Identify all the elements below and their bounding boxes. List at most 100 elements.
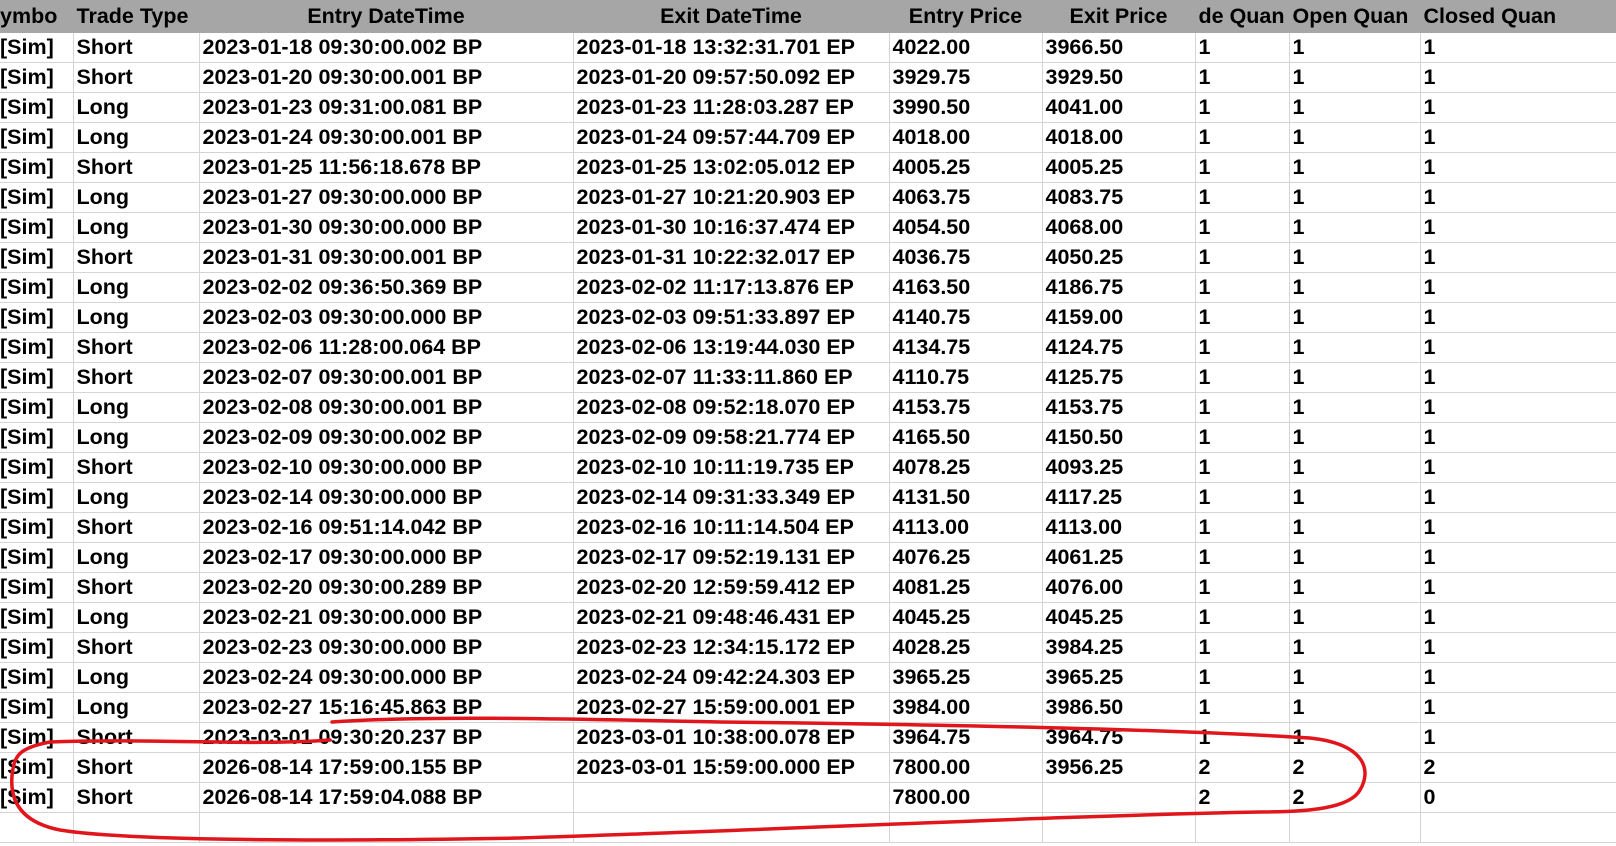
cell-exit-datetime[interactable]: 2023-02-24 09:42:24.303 EP [573,662,890,693]
cell-entry-price[interactable]: 4134.75 [889,332,1043,363]
cell-open-quantity[interactable]: 1 [1289,182,1421,213]
cell-symbol[interactable]: [Sim] [0,602,74,633]
cell-trade-type[interactable]: Short [73,152,200,183]
cell-closed-quantity[interactable]: 1 [1420,122,1616,153]
cell-entry-datetime[interactable]: 2023-01-18 09:30:00.002 BP [199,32,574,63]
cell-closed-quantity[interactable]: 1 [1420,32,1616,63]
cell-trade-type[interactable]: Long [73,602,200,633]
cell-exit-datetime[interactable]: 2023-01-27 10:21:20.903 EP [573,182,890,213]
cell-exit-price[interactable]: 3929.50 [1042,62,1196,93]
cell-trade-type[interactable]: Long [73,122,200,153]
cell-trade-quantity[interactable]: 1 [1195,512,1290,543]
cell-trade-quantity[interactable]: 1 [1195,482,1290,513]
header-entry-datetime[interactable]: Entry DateTime [199,0,574,33]
cell-exit-datetime[interactable]: 2023-02-06 13:19:44.030 EP [573,332,890,363]
cell-entry-price[interactable]: 4153.75 [889,392,1043,423]
cell-exit-price[interactable]: 4041.00 [1042,92,1196,123]
empty-cell[interactable] [1195,812,1290,843]
cell-entry-datetime[interactable]: 2023-02-10 09:30:00.000 BP [199,452,574,483]
cell-trade-type[interactable]: Short [73,362,200,393]
cell-trade-type[interactable]: Long [73,182,200,213]
cell-open-quantity[interactable]: 1 [1289,512,1421,543]
cell-exit-price[interactable]: 3965.25 [1042,662,1196,693]
cell-trade-quantity[interactable]: 2 [1195,782,1290,813]
cell-exit-price[interactable]: 4153.75 [1042,392,1196,423]
empty-cell[interactable] [73,812,200,843]
cell-exit-price[interactable]: 4159.00 [1042,302,1196,333]
cell-entry-price[interactable]: 4045.25 [889,602,1043,633]
cell-trade-quantity[interactable]: 1 [1195,92,1290,123]
cell-open-quantity[interactable]: 1 [1289,362,1421,393]
cell-trade-type[interactable]: Short [73,722,200,753]
cell-entry-price[interactable]: 4110.75 [889,362,1043,393]
cell-entry-price[interactable]: 4076.25 [889,542,1043,573]
cell-trade-type[interactable]: Short [73,572,200,603]
cell-entry-datetime[interactable]: 2023-02-07 09:30:00.001 BP [199,362,574,393]
cell-entry-price[interactable]: 4005.25 [889,152,1043,183]
cell-entry-datetime[interactable]: 2023-02-27 15:16:45.863 BP [199,692,574,723]
cell-closed-quantity[interactable]: 1 [1420,422,1616,453]
cell-trade-quantity[interactable]: 1 [1195,302,1290,333]
cell-trade-quantity[interactable]: 1 [1195,662,1290,693]
cell-open-quantity[interactable]: 1 [1289,272,1421,303]
cell-entry-datetime[interactable]: 2023-02-14 09:30:00.000 BP [199,482,574,513]
cell-closed-quantity[interactable]: 1 [1420,362,1616,393]
cell-trade-quantity[interactable]: 1 [1195,542,1290,573]
cell-exit-price[interactable]: 4045.25 [1042,602,1196,633]
cell-exit-datetime[interactable]: 2023-02-09 09:58:21.774 EP [573,422,890,453]
cell-symbol[interactable]: [Sim] [0,212,74,243]
cell-open-quantity[interactable]: 1 [1289,152,1421,183]
header-open-quantity[interactable]: Open Quan [1289,0,1421,33]
cell-closed-quantity[interactable]: 1 [1420,182,1616,213]
cell-exit-price[interactable]: 4068.00 [1042,212,1196,243]
cell-open-quantity[interactable]: 1 [1289,662,1421,693]
cell-exit-price[interactable]: 3966.50 [1042,32,1196,63]
cell-entry-datetime[interactable]: 2026-08-14 17:59:00.155 BP [199,752,574,783]
cell-symbol[interactable]: [Sim] [0,512,74,543]
cell-open-quantity[interactable]: 1 [1289,92,1421,123]
cell-symbol[interactable]: [Sim] [0,362,74,393]
cell-closed-quantity[interactable]: 1 [1420,302,1616,333]
cell-exit-datetime[interactable]: 2023-02-14 09:31:33.349 EP [573,482,890,513]
cell-symbol[interactable]: [Sim] [0,152,74,183]
header-symbol[interactable]: ymbo [0,0,74,33]
cell-exit-price[interactable]: 4005.25 [1042,152,1196,183]
cell-symbol[interactable]: [Sim] [0,32,74,63]
cell-exit-datetime[interactable]: 2023-02-03 09:51:33.897 EP [573,302,890,333]
cell-exit-price[interactable]: 4150.50 [1042,422,1196,453]
cell-exit-price[interactable]: 4018.00 [1042,122,1196,153]
cell-exit-price[interactable]: 4124.75 [1042,332,1196,363]
cell-symbol[interactable]: [Sim] [0,92,74,123]
cell-exit-datetime[interactable]: 2023-02-17 09:52:19.131 EP [573,542,890,573]
cell-trade-quantity[interactable]: 1 [1195,182,1290,213]
cell-exit-datetime[interactable]: 2023-01-25 13:02:05.012 EP [573,152,890,183]
cell-open-quantity[interactable]: 1 [1289,572,1421,603]
cell-closed-quantity[interactable]: 1 [1420,632,1616,663]
cell-symbol[interactable]: [Sim] [0,482,74,513]
cell-trade-quantity[interactable]: 1 [1195,602,1290,633]
cell-closed-quantity[interactable]: 1 [1420,542,1616,573]
cell-entry-price[interactable]: 4063.75 [889,182,1043,213]
cell-entry-datetime[interactable]: 2023-02-21 09:30:00.000 BP [199,602,574,633]
cell-trade-type[interactable]: Long [73,422,200,453]
cell-closed-quantity[interactable]: 1 [1420,152,1616,183]
cell-trade-type[interactable]: Short [73,752,200,783]
cell-open-quantity[interactable]: 1 [1289,32,1421,63]
cell-symbol[interactable]: [Sim] [0,692,74,723]
cell-symbol[interactable]: [Sim] [0,722,74,753]
cell-exit-price[interactable]: 3964.75 [1042,722,1196,753]
cell-entry-datetime[interactable]: 2023-02-09 09:30:00.002 BP [199,422,574,453]
cell-open-quantity[interactable]: 2 [1289,782,1421,813]
cell-entry-datetime[interactable]: 2023-02-02 09:36:50.369 BP [199,272,574,303]
cell-entry-datetime[interactable]: 2023-02-16 09:51:14.042 BP [199,512,574,543]
cell-entry-price[interactable]: 4140.75 [889,302,1043,333]
cell-closed-quantity[interactable]: 1 [1420,242,1616,273]
cell-trade-quantity[interactable]: 1 [1195,332,1290,363]
cell-trade-type[interactable]: Short [73,632,200,663]
cell-trade-type[interactable]: Short [73,62,200,93]
empty-cell[interactable] [889,812,1043,843]
cell-trade-quantity[interactable]: 1 [1195,122,1290,153]
cell-exit-datetime[interactable]: 2023-01-30 10:16:37.474 EP [573,212,890,243]
cell-entry-price[interactable]: 3965.25 [889,662,1043,693]
cell-entry-datetime[interactable]: 2023-01-27 09:30:00.000 BP [199,182,574,213]
